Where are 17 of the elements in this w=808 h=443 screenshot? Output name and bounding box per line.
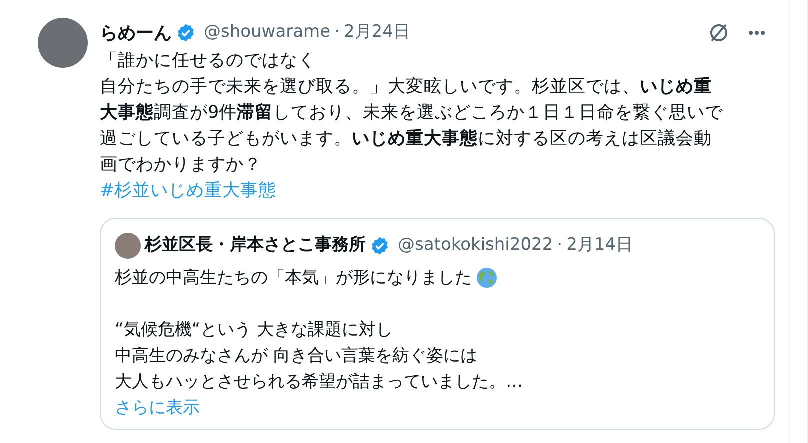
avatar-placeholder[interactable]: [115, 233, 141, 259]
author-name[interactable]: 杉並区長・岸本さとこ事務所: [145, 233, 366, 259]
post-date[interactable]: 2月14日: [566, 233, 634, 259]
author-name[interactable]: らめーん: [100, 20, 172, 46]
quoted-post-text: 杉並の中高生たちの「本気」が形になりました: [115, 267, 472, 290]
post-date[interactable]: 2月24日: [344, 20, 410, 46]
separator-dot: ·: [557, 234, 563, 258]
quoted-post-card[interactable]: 杉並区長・岸本さとこ事務所 @satokokishi2022 · 2月14日 杉並の中高生たちの「本気」が形になりました “気候危機“という 大きな課題に対し 中高生のみなさんが 向き合い言葉を紡ぐ姿には 大人もハッとさせられる希望が詰まっていました。… さらに表示: [100, 218, 775, 430]
globe-icon: [476, 267, 498, 289]
post-text: 「誰かに任せるのではなく 自分たちの手で未来を選び取る。」大変眩しいです。杉並区では、いじめ重 大事態調査が9件滞留しており、未来を選ぶどころか１日１日命を繋ぐ思いで 過ごしている子どもがいます。いじめ重大事態に対する区の考えは区議会動 画でわかりますか？: [100, 50, 724, 177]
more-options-icon[interactable]: [748, 30, 766, 36]
avatar-photo-placeholder[interactable]: [38, 18, 88, 68]
quoted-post-text: “気候危機“という 大きな課題に対し 中高生のみなさんが 向き合い言葉を紡ぐ姿には 大人もハッとさせられる希望が詰まっていました。…: [115, 319, 524, 394]
slashed-circle-icon[interactable]: [708, 22, 730, 44]
author-handle[interactable]: @shouwarame: [204, 20, 331, 46]
author-handle[interactable]: @satokokishi2022: [398, 233, 554, 259]
separator-dot: ·: [334, 21, 340, 44]
